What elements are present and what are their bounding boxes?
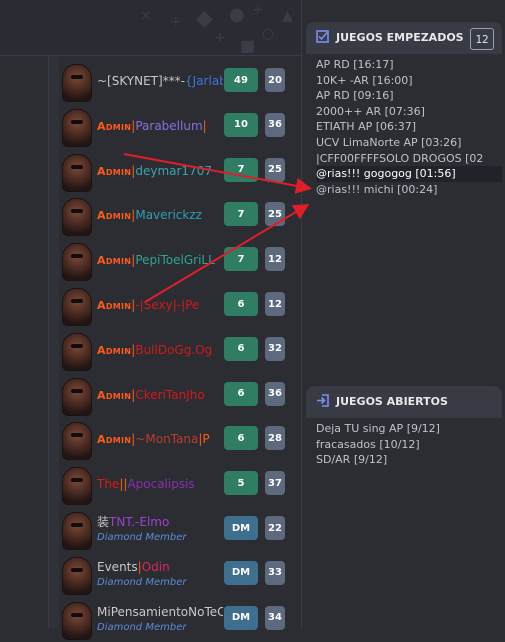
annotation-arrows	[123, 153, 312, 303]
arrow-to-highlighted-game	[123, 153, 312, 194]
arrow-to-michi-game	[144, 203, 310, 303]
